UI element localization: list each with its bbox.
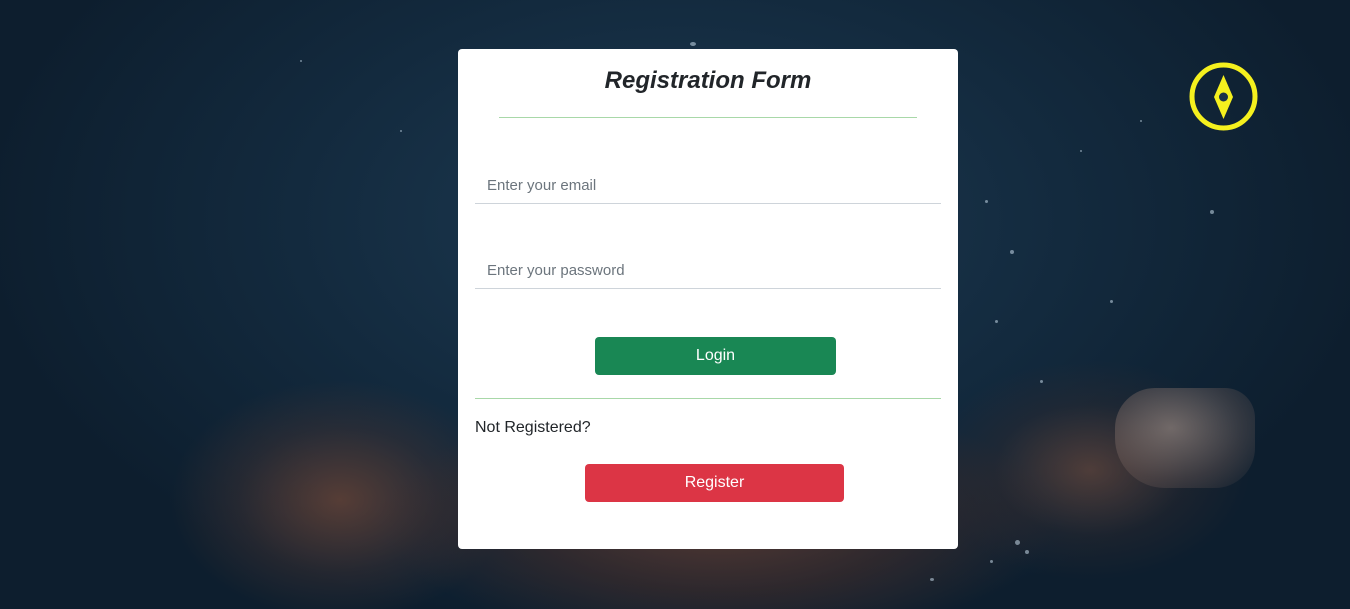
form-title: Registration Form: [604, 67, 812, 94]
bubble: [300, 60, 302, 62]
bubble: [1110, 300, 1113, 303]
bubble: [990, 560, 993, 563]
registration-card: Registration Form Login Not Registered? …: [458, 49, 958, 549]
section-divider: [475, 398, 941, 399]
password-input[interactable]: [475, 253, 941, 289]
bubble: [1015, 540, 1020, 545]
compass-icon: [1189, 62, 1258, 131]
bubble: [690, 42, 696, 46]
bubble: [1140, 120, 1142, 122]
bubble: [1010, 250, 1014, 254]
register-button[interactable]: Register: [585, 464, 844, 502]
not-registered-text: Not Registered?: [475, 419, 591, 436]
bubble: [1040, 380, 1043, 383]
bubble: [1025, 550, 1029, 554]
bubble: [1210, 210, 1214, 214]
title-divider: [499, 117, 917, 118]
bubble: [930, 578, 934, 581]
bubble: [1080, 150, 1082, 152]
login-button[interactable]: Login: [595, 337, 836, 375]
background-scene: Registration Form Login Not Registered? …: [0, 0, 1350, 609]
bubble: [995, 320, 998, 323]
email-input[interactable]: [475, 168, 941, 204]
background-hand: [1115, 388, 1255, 488]
bubble: [400, 130, 402, 132]
bubble: [985, 200, 988, 203]
